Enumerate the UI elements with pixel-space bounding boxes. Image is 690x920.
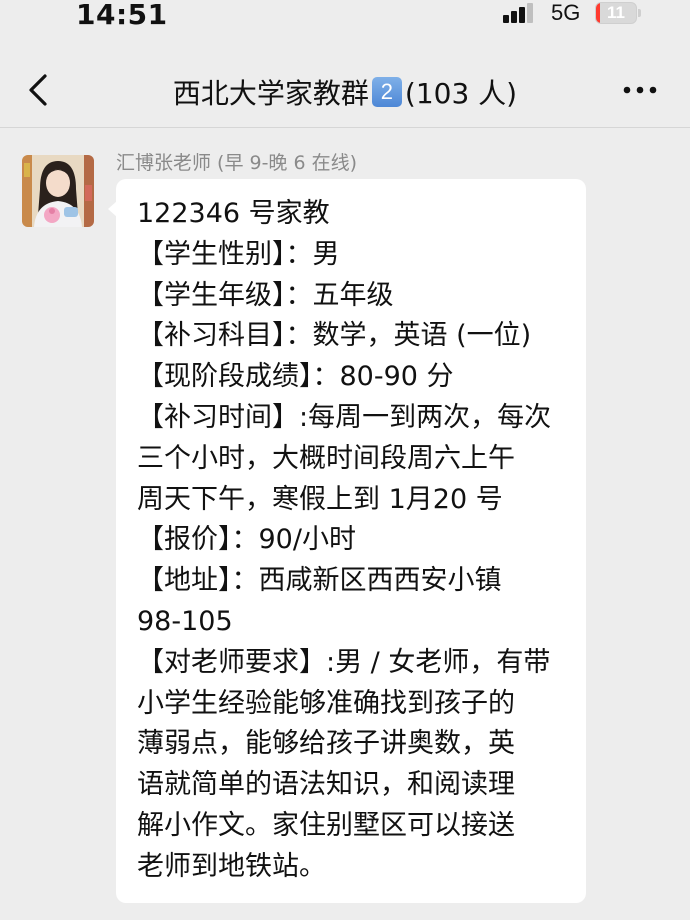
message-line: 解小作文。家住别墅区可以接送	[137, 809, 515, 841]
status-time: 14:51	[76, 0, 168, 31]
sender-name: 汇博张老师 (早 9-晚 6 在线)	[116, 152, 358, 174]
message-line: 98-105	[137, 605, 233, 637]
member-count: (103 人)	[404, 77, 518, 110]
message-line: 【现阶段成绩】：80-90 分	[137, 361, 454, 393]
user-avatar-image	[22, 155, 94, 227]
group-name: 西北大学家教群	[172, 77, 369, 110]
message-line: 【补习科目】：数学，英语 (一位)	[137, 320, 532, 352]
battery-icon: 11	[595, 2, 637, 24]
sender-avatar[interactable]	[22, 155, 94, 227]
message-line: 薄弱点，能够给孩子讲奥数，英	[137, 728, 515, 760]
message-line: 语就简单的语法知识，和阅读理	[137, 769, 515, 801]
header-divider	[0, 127, 690, 128]
battery-percent: 11	[607, 3, 625, 22]
chat-header: 西北大学家教群 2 (103 人)	[0, 58, 690, 126]
cellular-signal-icon	[503, 3, 537, 23]
message-line: 三个小时，大概时间段周六上午	[137, 442, 515, 474]
message-line: 【学生性别】：男	[137, 238, 340, 270]
more-options-button[interactable]	[620, 76, 660, 104]
ellipsis-icon	[623, 86, 657, 94]
status-bar: 14:51 5G 11	[0, 0, 690, 38]
message-line: 【学生年级】：五年级	[137, 279, 394, 311]
message-line: 【报价】：90/小时	[137, 524, 356, 556]
battery-cap	[638, 9, 641, 17]
message-line: 122346 号家教	[137, 198, 330, 229]
message-line: 周天下午，寒假上到 1月20 号	[137, 483, 503, 515]
message-line: 【补习时间】:每周一到两次，每次	[137, 401, 552, 433]
network-type: 5G	[551, 0, 581, 25]
chat-title: 西北大学家教群 2 (103 人)	[0, 72, 690, 112]
message-bubble[interactable]: 122346 号家教 【学生性别】：男 【学生年级】：五年级 【补习科目】：数学…	[108, 179, 586, 903]
message-line: 小学生经验能够准确找到孩子的	[137, 687, 515, 719]
message-line: 【对老师要求】:男 / 女老师，有带	[137, 646, 551, 678]
group-number-badge: 2	[371, 77, 402, 107]
bubble-tail	[108, 201, 117, 217]
message-line: 老师到地铁站。	[137, 850, 326, 882]
message-line: 【地址】：西咸新区西西安小镇	[137, 565, 502, 597]
